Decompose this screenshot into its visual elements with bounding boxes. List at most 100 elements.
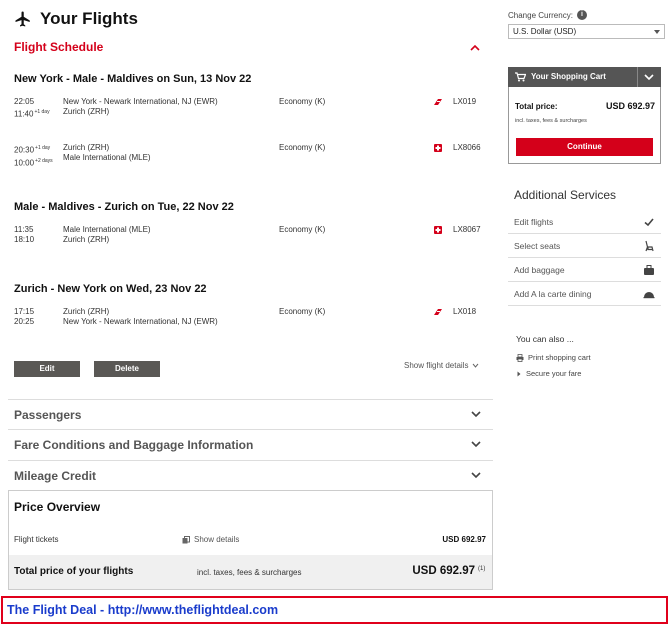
flight-tickets-value: USD 692.97 xyxy=(442,535,486,544)
departure-time: 22:05 xyxy=(14,97,35,106)
flight-number: LX8066 xyxy=(453,143,481,152)
secure-fare-link[interactable]: Secure your fare xyxy=(516,369,581,378)
arrival-time: 18:10 xyxy=(14,235,35,244)
page-header: Your Flights xyxy=(14,8,138,30)
flight-schedule-title: Flight Schedule xyxy=(14,40,104,54)
show-details-label: Show details xyxy=(194,535,240,544)
chevron-down-icon[interactable] xyxy=(644,74,654,81)
total-price-value: USD 692.97 xyxy=(412,565,475,577)
segment-airports: Male International (MLE) Zurich (ZRH) xyxy=(63,225,151,245)
flight-deal-banner-text[interactable]: The Flight Deal - http://www.theflightde… xyxy=(7,603,278,617)
dropdown-arrow-icon xyxy=(654,30,660,34)
segment-times: 22:05 11:40+1 day xyxy=(14,97,50,120)
arrival-airport: New York - Newark International, NJ (EWR… xyxy=(63,317,218,326)
departure-airport: New York - Newark International, NJ (EWR… xyxy=(63,97,218,106)
segment-airports: Zurich (ZRH) New York - Newark Internati… xyxy=(63,307,218,327)
total-price-footnote: (1) xyxy=(478,566,486,572)
cart-header-divider xyxy=(637,67,638,87)
shopping-cart-title: Your Shopping Cart xyxy=(531,72,606,81)
passengers-title: Passengers xyxy=(14,407,82,422)
arrival-airport: Male International (MLE) xyxy=(63,153,151,162)
segment-times: 20:30+1 day 10:00+2 days xyxy=(14,143,53,168)
arrival-time: 20:25 xyxy=(14,317,35,326)
leg-title: New York - Male - Maldives on Sun, 13 No… xyxy=(14,73,252,85)
baggage-icon xyxy=(644,264,654,275)
shopping-cart-icon xyxy=(515,72,526,82)
departure-time: 20:30 xyxy=(14,145,35,155)
swiss-airline-icon xyxy=(434,144,442,152)
chevron-down-icon xyxy=(471,411,481,418)
page-title: Your Flights xyxy=(40,9,138,28)
flight-number: LX8067 xyxy=(453,225,481,234)
segment-airports: Zurich (ZRH) Male International (MLE) xyxy=(63,143,151,163)
show-flight-details-link[interactable]: Show flight details xyxy=(404,361,479,370)
delete-button[interactable]: Delete xyxy=(94,361,160,377)
arrival-airport: Zurich (ZRH) xyxy=(63,107,110,116)
change-currency-label: Change Currency: i xyxy=(508,10,587,20)
departure-day-offset: +1 day xyxy=(35,145,51,151)
secure-fare-label: Secure your fare xyxy=(526,369,582,378)
arrival-airport: Zurich (ZRH) xyxy=(63,235,110,244)
print-cart-link[interactable]: Print shopping cart xyxy=(516,353,591,362)
mileage-credit-section[interactable]: Mileage Credit xyxy=(8,460,493,490)
airplane-icon xyxy=(15,11,30,27)
printer-icon xyxy=(516,353,524,362)
swiss-airline-icon xyxy=(434,99,442,105)
segment-times: 11:35 18:10 xyxy=(14,225,34,245)
swiss-airline-icon xyxy=(434,309,442,315)
cart-total-label: Total price: xyxy=(515,102,558,111)
departure-airport: Zurich (ZRH) xyxy=(63,143,110,152)
total-price-label: Total price of your flights xyxy=(14,566,134,577)
show-details-link[interactable]: Show details xyxy=(182,535,239,544)
copy-details-icon xyxy=(182,535,190,543)
leg-title: Zurich - New York on Wed, 23 Nov 22 xyxy=(14,283,207,295)
chevron-down-icon xyxy=(471,472,481,479)
you-can-also-title: You can also ... xyxy=(516,334,574,344)
segment-airports: New York - Newark International, NJ (EWR… xyxy=(63,97,218,117)
service-edit-flights[interactable]: Edit flights xyxy=(508,210,661,234)
cabin-class: Economy (K) xyxy=(279,143,326,152)
show-flight-details-label: Show flight details xyxy=(404,361,469,370)
passengers-section[interactable]: Passengers xyxy=(8,399,493,429)
info-icon[interactable]: i xyxy=(576,10,587,20)
fare-conditions-section[interactable]: Fare Conditions and Baggage Information xyxy=(8,429,493,459)
arrow-right-icon xyxy=(517,371,521,376)
cart-incl-note: incl. taxes, fees & surcharges xyxy=(515,118,587,124)
service-select-seats[interactable]: Select seats xyxy=(508,234,661,258)
service-add-baggage[interactable]: Add baggage xyxy=(508,258,661,282)
cabin-class: Economy (K) xyxy=(279,225,326,234)
arrival-day-offset: +2 days xyxy=(35,157,53,164)
chevron-down-icon xyxy=(471,441,481,448)
checkmark-icon xyxy=(644,217,654,226)
flight-number: LX018 xyxy=(453,307,477,316)
currency-select[interactable]: U.S. Dollar (USD) xyxy=(508,24,665,39)
arrival-time: 10:00 xyxy=(14,158,35,168)
seat-icon xyxy=(645,240,654,251)
service-add-dining[interactable]: Add A la carte dining xyxy=(508,282,661,306)
service-label: Add baggage xyxy=(514,264,565,275)
departure-time: 11:35 xyxy=(14,225,34,234)
chevron-up-icon[interactable] xyxy=(470,44,480,52)
fare-conditions-title: Fare Conditions and Baggage Information xyxy=(14,437,254,452)
departure-airport: Zurich (ZRH) xyxy=(63,307,110,316)
dining-cloche-icon xyxy=(643,291,655,298)
total-price-incl: incl. taxes, fees & surcharges xyxy=(197,568,302,577)
leg-title: Male - Maldives - Zurich on Tue, 22 Nov … xyxy=(14,201,234,213)
price-overview-title: Price Overview xyxy=(14,500,101,514)
print-cart-label: Print shopping cart xyxy=(528,353,591,362)
edit-button[interactable]: Edit xyxy=(14,361,80,377)
mileage-credit-title: Mileage Credit xyxy=(14,468,97,483)
service-label: Edit flights xyxy=(514,216,554,227)
arrival-time: 11:40 xyxy=(14,109,34,119)
change-currency-text: Change Currency: xyxy=(508,10,573,20)
flight-tickets-label: Flight tickets xyxy=(14,535,59,544)
arrival-day-offset: +1 day xyxy=(34,109,50,115)
cabin-class: Economy (K) xyxy=(279,97,326,106)
swiss-airline-icon xyxy=(434,226,442,234)
additional-services-title: Additional Services xyxy=(514,188,617,202)
flight-deal-banner: The Flight Deal - http://www.theflightde… xyxy=(1,596,668,624)
continue-button[interactable]: Continue xyxy=(516,138,653,156)
departure-airport: Male International (MLE) xyxy=(63,225,151,234)
service-label: Select seats xyxy=(514,240,561,251)
chevron-down-icon xyxy=(473,363,479,368)
